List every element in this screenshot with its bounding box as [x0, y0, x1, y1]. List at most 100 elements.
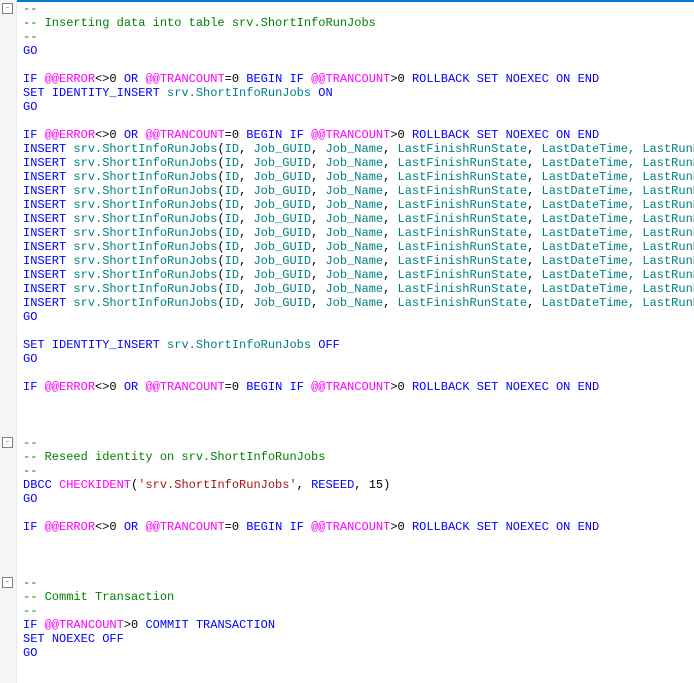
op-ne0: <>0: [95, 72, 117, 86]
kw-set: SET: [477, 380, 499, 394]
kw-identity-insert: IDENTITY_INSERT: [52, 86, 160, 100]
col-lfrs: LastFinishRunState: [398, 170, 528, 184]
col-job-name: Job_Name: [325, 212, 383, 226]
table-name: srv.ShortInfoRunJobs: [73, 240, 217, 254]
paren-open: (: [217, 198, 224, 212]
kw-rollback: ROLLBACK: [412, 128, 470, 142]
op-eq0: =0: [225, 380, 239, 394]
gv-error: @@ERROR: [45, 128, 95, 142]
paren-open: (: [217, 296, 224, 310]
col-job-name: Job_Name: [325, 142, 383, 156]
gv-trancount: @@TRANCOUNT: [145, 380, 224, 394]
col-cut: , LastRunD: [628, 268, 694, 282]
col-id: ID: [225, 282, 239, 296]
op-ne0: <>0: [95, 128, 117, 142]
col-ldt: LastDateTime: [542, 198, 628, 212]
col-job-guid: Job_GUID: [253, 226, 311, 240]
kw-end: END: [578, 72, 600, 86]
col-id: ID: [225, 296, 239, 310]
col-job-guid: Job_GUID: [253, 184, 311, 198]
fold-toggle-icon[interactable]: -: [2, 577, 13, 588]
kw-set: SET: [477, 72, 499, 86]
comment-dash: --: [23, 30, 37, 44]
kw-go: GO: [23, 352, 37, 366]
fold-toggle-icon[interactable]: -: [2, 3, 13, 14]
table-name: srv.ShortInfoRunJobs: [167, 86, 311, 100]
col-id: ID: [225, 268, 239, 282]
col-lfrs: LastFinishRunState: [398, 268, 528, 282]
col-job-guid: Job_GUID: [253, 170, 311, 184]
kw-on: ON: [556, 520, 570, 534]
col-cut: , LastRunD: [628, 212, 694, 226]
col-lfrs: LastFinishRunState: [398, 296, 528, 310]
fold-toggle-icon[interactable]: -: [2, 437, 13, 448]
table-name: srv.ShortInfoRunJobs: [73, 212, 217, 226]
op-gt0: >0: [390, 380, 404, 394]
col-cut: , LastRunD: [628, 240, 694, 254]
col-ldt: LastDateTime: [542, 282, 628, 296]
col-job-name: Job_Name: [325, 282, 383, 296]
col-job-guid: Job_GUID: [253, 240, 311, 254]
kw-set: SET: [477, 520, 499, 534]
kw-off: OFF: [102, 632, 124, 646]
kw-insert: INSERT: [23, 268, 66, 282]
gv-trancount: @@TRANCOUNT: [311, 380, 390, 394]
col-cut: , LastRunD: [628, 184, 694, 198]
kw-rollback: ROLLBACK: [412, 520, 470, 534]
col-id: ID: [225, 142, 239, 156]
kw-reseed: RESEED: [311, 478, 354, 492]
kw-insert: INSERT: [23, 254, 66, 268]
kw-transaction: TRANSACTION: [196, 618, 275, 632]
kw-set: SET: [477, 128, 499, 142]
op-gt0: >0: [390, 128, 404, 142]
fn-checkident: CHECKIDENT: [59, 478, 131, 492]
table-name: srv.ShortInfoRunJobs: [73, 142, 217, 156]
kw-or: OR: [124, 72, 138, 86]
op-gt0: >0: [390, 520, 404, 534]
kw-end: END: [578, 380, 600, 394]
col-ldt: LastDateTime: [542, 268, 628, 282]
gv-trancount: @@TRANCOUNT: [45, 618, 124, 632]
op-gt0: >0: [390, 72, 404, 86]
table-name: srv.ShortInfoRunJobs: [73, 198, 217, 212]
col-ldt: LastDateTime: [542, 170, 628, 184]
kw-if: IF: [290, 380, 304, 394]
col-lfrs: LastFinishRunState: [398, 212, 528, 226]
kw-noexec: NOEXEC: [506, 380, 549, 394]
kw-insert: INSERT: [23, 212, 66, 226]
code-area[interactable]: ---- Inserting data into table srv.Short…: [17, 0, 694, 683]
kw-insert: INSERT: [23, 198, 66, 212]
col-lfrs: LastFinishRunState: [398, 156, 528, 170]
col-job-name: Job_Name: [325, 184, 383, 198]
gv-trancount: @@TRANCOUNT: [311, 72, 390, 86]
col-id: ID: [225, 184, 239, 198]
kw-off: OFF: [318, 338, 340, 352]
paren-open: (: [217, 268, 224, 282]
col-job-guid: Job_GUID: [253, 156, 311, 170]
col-job-name: Job_Name: [325, 170, 383, 184]
kw-insert: INSERT: [23, 226, 66, 240]
kw-insert: INSERT: [23, 282, 66, 296]
col-ldt: LastDateTime: [542, 212, 628, 226]
kw-go: GO: [23, 44, 37, 58]
kw-rollback: ROLLBACK: [412, 380, 470, 394]
kw-on: ON: [556, 380, 570, 394]
table-name: srv.ShortInfoRunJobs: [73, 184, 217, 198]
kw-set: SET: [23, 632, 45, 646]
kw-insert: INSERT: [23, 156, 66, 170]
kw-on: ON: [556, 128, 570, 142]
col-cut: , LastRunD: [628, 142, 694, 156]
paren-open: (: [217, 212, 224, 226]
col-lfrs: LastFinishRunState: [398, 282, 528, 296]
col-job-name: Job_Name: [325, 156, 383, 170]
comment-dash: --: [23, 436, 37, 450]
paren-open: (: [217, 170, 224, 184]
kw-if: IF: [23, 520, 37, 534]
table-name: srv.ShortInfoRunJobs: [73, 170, 217, 184]
kw-if: IF: [23, 618, 37, 632]
gv-error: @@ERROR: [45, 520, 95, 534]
kw-begin: BEGIN: [246, 72, 282, 86]
paren-open: (: [217, 156, 224, 170]
kw-or: OR: [124, 520, 138, 534]
col-job-guid: Job_GUID: [253, 198, 311, 212]
